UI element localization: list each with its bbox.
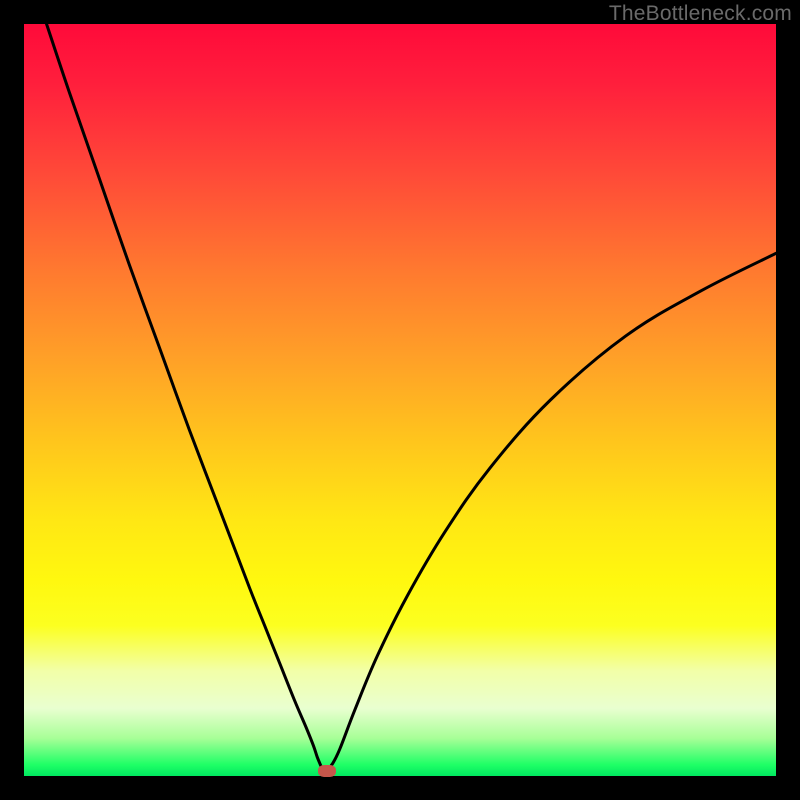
bottleneck-marker bbox=[318, 765, 336, 777]
chart-plot-area bbox=[24, 24, 776, 776]
chart-curve bbox=[24, 24, 776, 776]
watermark-text: TheBottleneck.com bbox=[609, 2, 792, 26]
